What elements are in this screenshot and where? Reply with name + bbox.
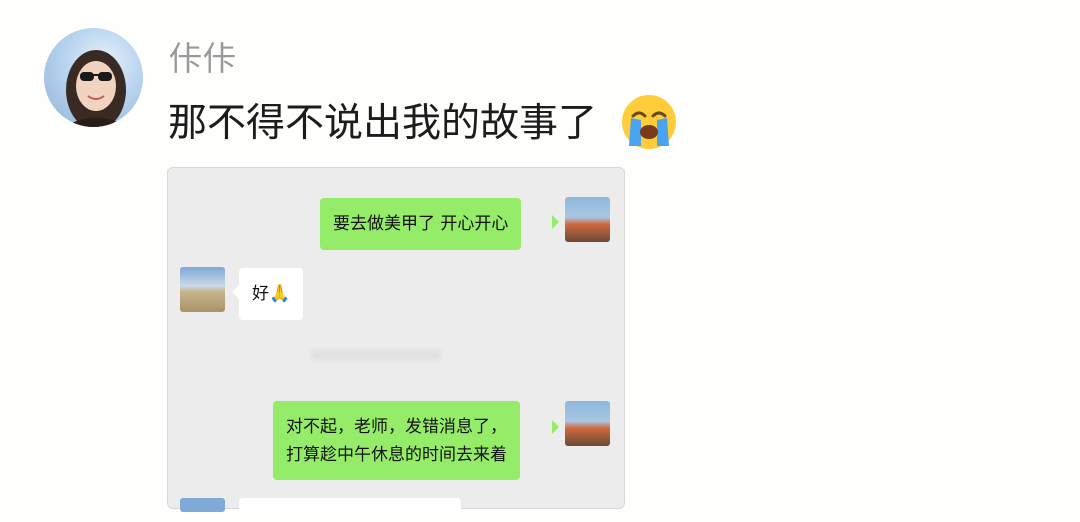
- loudly-crying-face-icon: [622, 95, 676, 149]
- bubble-tail: [232, 285, 239, 299]
- my-chat-avatar: [565, 197, 610, 242]
- sent-message-bubble: 要去做美甲了 开心开心: [320, 198, 522, 250]
- bubble-tail: [552, 215, 559, 229]
- post-text: 那不得不说出我的故事了: [168, 101, 598, 146]
- author-avatar[interactable]: [44, 28, 143, 127]
- sent-message-bubble: 对不起，老师，发错消息了， 打算趁中午休息的时间去来着: [273, 401, 520, 480]
- teacher-chat-avatar: [180, 498, 225, 512]
- author-name[interactable]: 佧佧: [169, 32, 237, 80]
- received-message-bubble-partial: [239, 498, 461, 512]
- teacher-chat-avatar: [180, 267, 225, 312]
- bubble-tail: [552, 420, 559, 434]
- received-message-bubble: 好🙏: [239, 268, 304, 320]
- message-line: 打算趁中午休息的时间去来着: [286, 445, 507, 465]
- avatar-photo: [64, 50, 128, 127]
- blurred-timestamp: [311, 349, 441, 361]
- my-chat-avatar: [565, 401, 610, 446]
- message-line: 对不起，老师，发错消息了，: [286, 417, 507, 437]
